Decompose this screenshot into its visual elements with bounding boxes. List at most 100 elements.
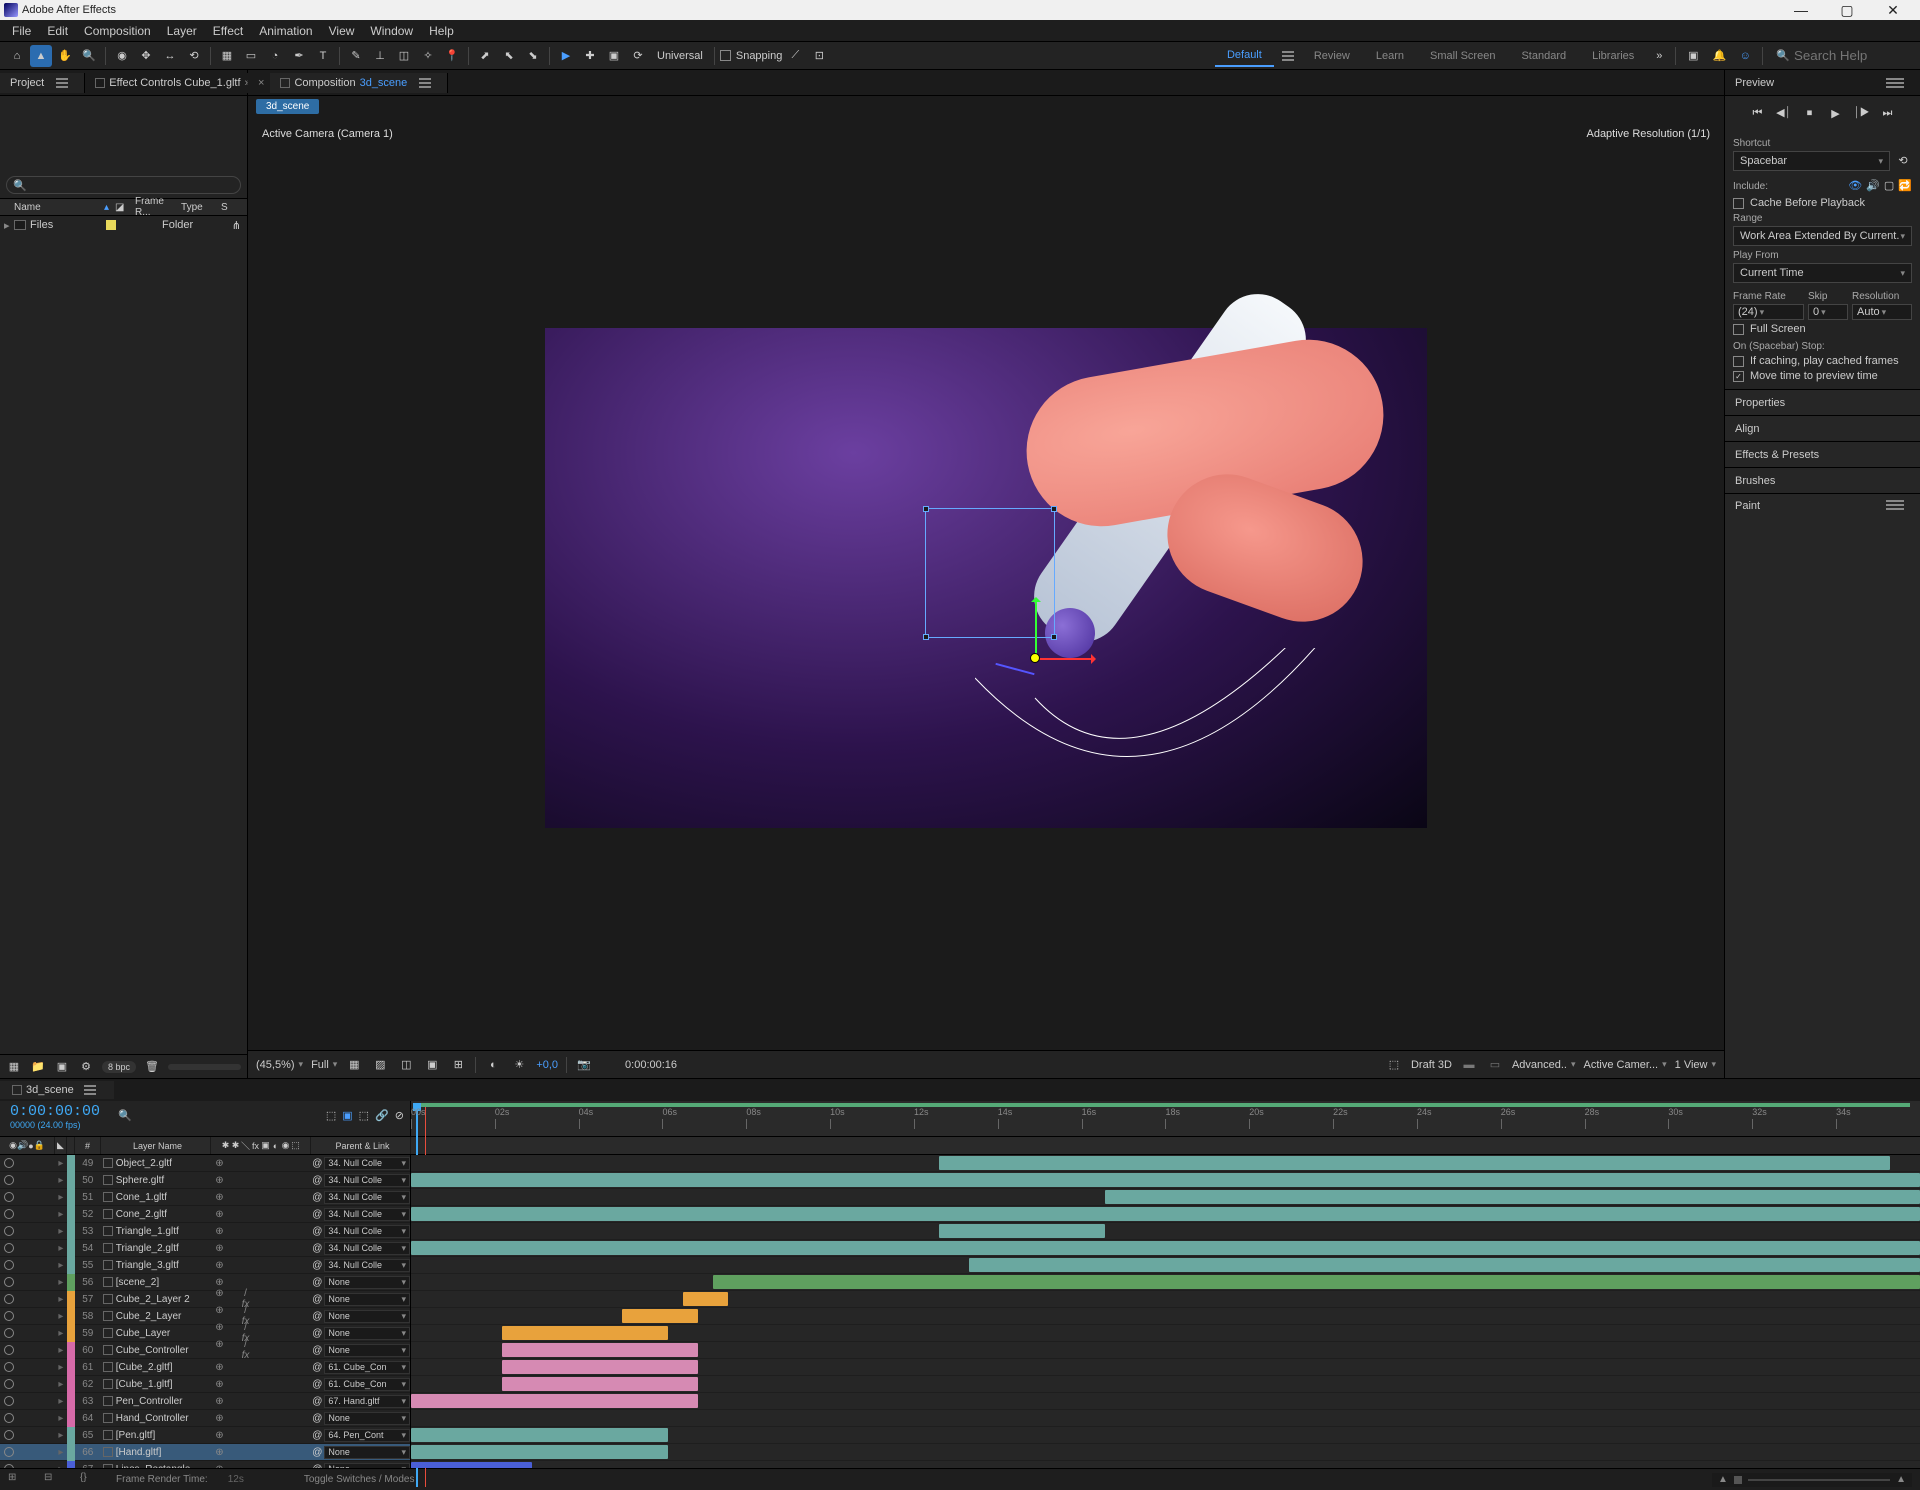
layer-row[interactable]: ▸53Triangle_1.gltf⊕@34. Null Colle▾	[0, 1223, 410, 1240]
preview-menu[interactable]	[1886, 78, 1904, 88]
parent-pickwhip-icon[interactable]: @	[312, 1277, 322, 1288]
parent-pickwhip-icon[interactable]: @	[312, 1175, 322, 1186]
visibility-toggle[interactable]	[4, 1345, 14, 1355]
project-row-files[interactable]: ▸ Files Folder ⋔	[0, 216, 247, 234]
layer-switches[interactable]: ⊕	[211, 1396, 311, 1407]
proj-settings-icon[interactable]: ⚙	[78, 1059, 94, 1075]
twisty[interactable]: ▸	[55, 1362, 67, 1373]
next-frame-button[interactable]: ⏐▶	[1852, 104, 1872, 122]
full-screen-checkbox[interactable]	[1733, 324, 1744, 335]
gizmo-center[interactable]	[1030, 653, 1040, 663]
layer-row[interactable]: ▸62[Cube_1.gltf]⊕@61. Cube_Con▾	[0, 1376, 410, 1393]
layer-switches[interactable]: ⊕	[211, 1430, 311, 1441]
parent-dropdown[interactable]: 61. Cube_Con▾	[324, 1378, 410, 1391]
track-row[interactable]	[411, 1444, 1920, 1461]
tl-icon-3[interactable]: ⬚	[359, 1109, 369, 1122]
selection-tool[interactable]: ▲	[30, 45, 52, 67]
include-audio-icon[interactable]: 🔊	[1866, 179, 1880, 192]
layer-name[interactable]: Object_2.gltf	[101, 1158, 211, 1169]
draft3d-icon[interactable]: ⬚	[1385, 1056, 1403, 1074]
layer-name[interactable]: Cone_2.gltf	[101, 1209, 211, 1220]
snapshot-icon[interactable]: 📷	[575, 1056, 593, 1074]
parent-pickwhip-icon[interactable]: @	[312, 1345, 322, 1356]
layer-bar[interactable]	[969, 1258, 1920, 1272]
visibility-toggle[interactable]	[4, 1175, 14, 1185]
label-color[interactable]	[67, 1393, 75, 1410]
twisty[interactable]: ▸	[55, 1243, 67, 1254]
preview-time[interactable]: 0:00:00:16	[625, 1059, 677, 1071]
twisty[interactable]: ▸	[55, 1277, 67, 1288]
frame-io-icon[interactable]: ▣	[1681, 44, 1705, 68]
last-frame-button[interactable]: ⏭	[1878, 104, 1898, 122]
label-color[interactable]	[67, 1342, 75, 1359]
pan-tool[interactable]: ✥	[135, 45, 157, 67]
timeline-tab[interactable]: 3d_scene	[0, 1081, 114, 1099]
parent-dropdown[interactable]: 67. Hand.gltf▾	[324, 1395, 410, 1408]
tl-icon-4[interactable]: 🔗	[375, 1109, 389, 1122]
parent-dropdown[interactable]: 34. Null Colle▾	[324, 1191, 410, 1204]
layer-bar[interactable]	[411, 1445, 668, 1459]
shortcut-dropdown[interactable]: Spacebar▾	[1733, 151, 1890, 171]
cache-before-checkbox[interactable]	[1733, 198, 1744, 209]
visibility-toggle[interactable]	[4, 1311, 14, 1321]
eraser-tool[interactable]: ◫	[393, 45, 415, 67]
layer-row[interactable]: ▸49Object_2.gltf⊕@34. Null Colle▾	[0, 1155, 410, 1172]
parent-pickwhip-icon[interactable]: @	[312, 1243, 322, 1254]
col-name[interactable]: Name	[14, 202, 104, 213]
unified-camera-tool[interactable]: ▦	[216, 45, 238, 67]
layer-name[interactable]: [Hand.gltf]	[101, 1447, 211, 1458]
align-panel[interactable]: Align	[1725, 415, 1920, 441]
preview-panel-tab[interactable]: Preview	[1725, 70, 1920, 96]
layer-row[interactable]: ▸61[Cube_2.gltf]⊕@61. Cube_Con▾	[0, 1359, 410, 1376]
layer-name[interactable]: [Cube_2.gltf]	[101, 1362, 211, 1373]
close-button[interactable]: ✕	[1870, 0, 1916, 20]
layer-row[interactable]: ▸50Sphere.gltf⊕@34. Null Colle▾	[0, 1172, 410, 1189]
twisty[interactable]: ▸	[55, 1294, 67, 1305]
twisty[interactable]: ▸	[55, 1430, 67, 1441]
layer-bar[interactable]	[411, 1428, 668, 1442]
col-layer-name[interactable]: Layer Name	[101, 1137, 211, 1154]
brushes-panel[interactable]: Brushes	[1725, 467, 1920, 493]
layer-bar[interactable]	[502, 1377, 698, 1391]
layer-bar[interactable]	[411, 1207, 1920, 1221]
visibility-toggle[interactable]	[4, 1158, 14, 1168]
visibility-toggle[interactable]	[4, 1396, 14, 1406]
track-row[interactable]	[411, 1274, 1920, 1291]
parent-dropdown[interactable]: None▾	[324, 1344, 410, 1357]
layer-bar[interactable]	[502, 1326, 668, 1340]
timeline-tab-menu[interactable]	[84, 1085, 96, 1095]
parent-dropdown[interactable]: 61. Cube_Con▾	[324, 1361, 410, 1374]
layer-bar[interactable]	[411, 1173, 1920, 1187]
minimize-button[interactable]: —	[1778, 0, 1824, 20]
parent-pickwhip-icon[interactable]: @	[312, 1362, 322, 1373]
menu-file[interactable]: File	[4, 22, 39, 40]
label-color[interactable]	[67, 1410, 75, 1427]
project-search[interactable]: 🔍	[6, 176, 241, 194]
menu-effect[interactable]: Effect	[205, 22, 251, 40]
track-row[interactable]	[411, 1223, 1920, 1240]
home-tool[interactable]: ⌂	[6, 45, 28, 67]
layer-row[interactable]: ▸60Cube_Controller⊕/ fx@None▾	[0, 1342, 410, 1359]
zoom-tool[interactable]: 🔍	[78, 45, 100, 67]
gizmo-y-axis[interactable]	[1035, 598, 1037, 658]
layer-name[interactable]: Cube_Controller	[101, 1345, 211, 1356]
workspace-libraries[interactable]: Libraries	[1580, 46, 1646, 66]
layer-name[interactable]: Triangle_2.gltf	[101, 1243, 211, 1254]
layer-switches[interactable]: ⊕	[211, 1192, 311, 1203]
twisty[interactable]: ▸	[55, 1192, 67, 1203]
parent-dropdown[interactable]: 34. Null Colle▾	[324, 1242, 410, 1255]
layer-row[interactable]: ▸52Cone_2.gltf⊕@34. Null Colle▾	[0, 1206, 410, 1223]
frame-rate-dropdown[interactable]: (24)▾	[1733, 304, 1804, 320]
project-tab[interactable]: Project	[0, 73, 85, 93]
track-row[interactable]	[411, 1155, 1920, 1172]
snapping-checkbox[interactable]	[720, 50, 731, 61]
exposure-value[interactable]: +0,0	[536, 1059, 558, 1071]
if-caching-checkbox[interactable]	[1733, 356, 1744, 367]
rect-tool[interactable]: ▭	[240, 45, 262, 67]
twisty[interactable]: ▸	[55, 1226, 67, 1237]
search-input[interactable]	[1794, 48, 1914, 63]
play-tool[interactable]: ▶	[555, 45, 577, 67]
layer-bar[interactable]	[939, 1156, 1890, 1170]
effects-presets-panel[interactable]: Effects & Presets	[1725, 441, 1920, 467]
brush-tool[interactable]: ✎	[345, 45, 367, 67]
